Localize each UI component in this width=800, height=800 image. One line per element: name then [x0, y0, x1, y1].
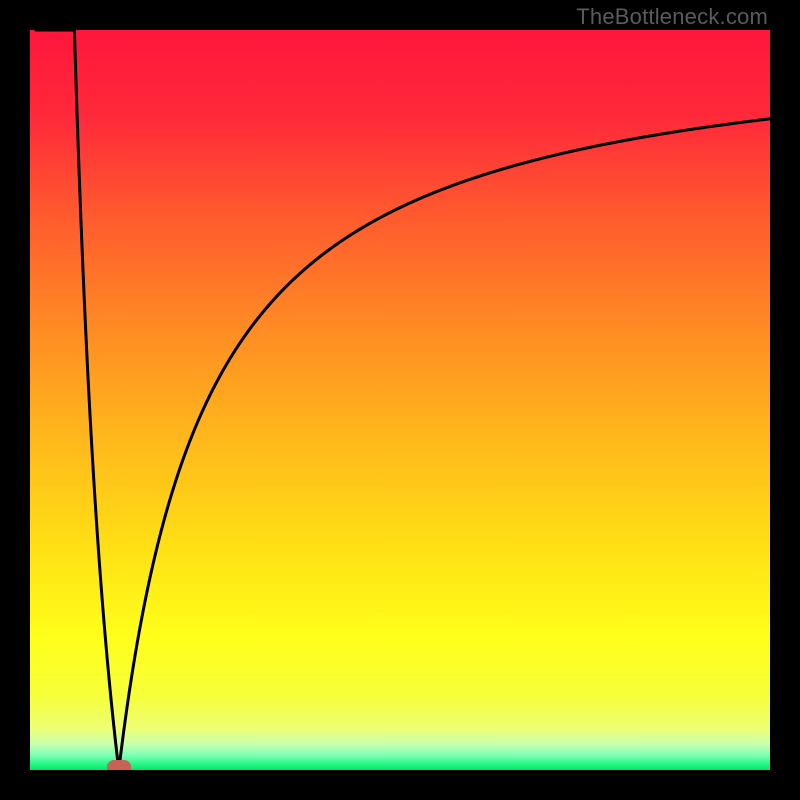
optimal-point-marker: [107, 760, 131, 770]
chart-frame: TheBottleneck.com: [0, 0, 800, 800]
plot-area: [30, 30, 770, 770]
watermark-label: TheBottleneck.com: [576, 4, 768, 30]
bottleneck-curve: [30, 30, 770, 770]
